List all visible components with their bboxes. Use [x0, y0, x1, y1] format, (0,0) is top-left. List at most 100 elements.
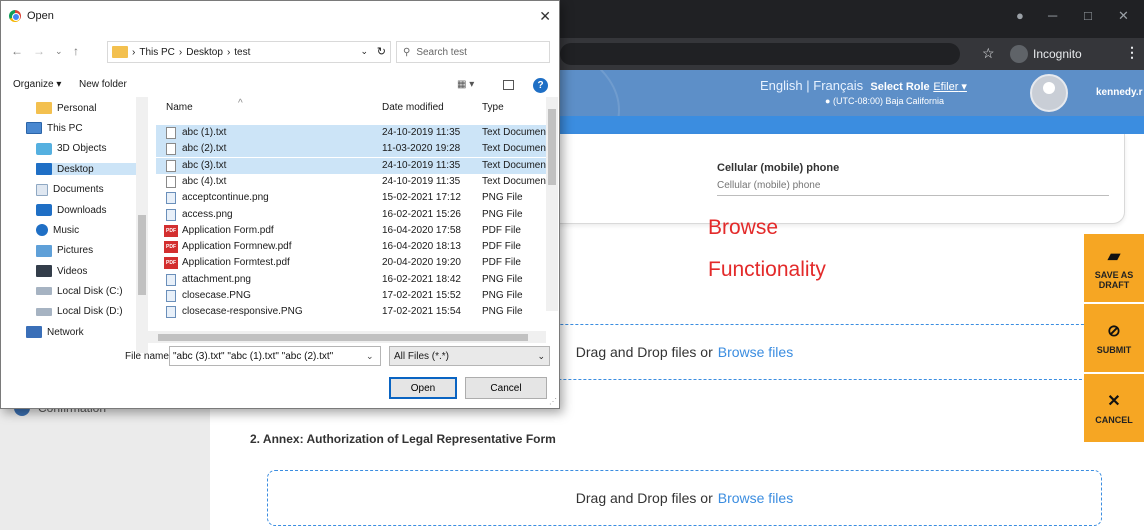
- scroll-thumb[interactable]: [158, 334, 528, 341]
- file-name: attachment.png: [182, 273, 251, 285]
- cancel-button[interactable]: ✕ CANCEL: [1084, 374, 1144, 444]
- role-select[interactable]: Efiler ▾: [933, 81, 967, 93]
- mobile-phone-input[interactable]: [717, 176, 1109, 196]
- tree-item[interactable]: Documents: [36, 183, 136, 196]
- tree-item-label: Pictures: [57, 245, 94, 257]
- file-row[interactable]: access.png 16-02-2021 15:26 PNG File: [156, 207, 546, 223]
- file-type-select[interactable]: All Files (*.*) ⌄: [389, 346, 550, 366]
- file-name-input[interactable]: [169, 346, 381, 366]
- file-row[interactable]: attachment.png 16-02-2021 18:42 PNG File: [156, 272, 546, 288]
- file-row[interactable]: closecase.PNG 17-02-2021 15:52 PNG File: [156, 288, 546, 304]
- username[interactable]: kennedy.r: [1096, 87, 1143, 98]
- tree-item[interactable]: Local Disk (C:): [36, 286, 136, 297]
- browse-files-link[interactable]: Browse files: [718, 344, 793, 360]
- role-value: Efiler: [933, 81, 959, 93]
- tree-item-label: This PC: [47, 122, 83, 134]
- star-icon[interactable]: ☆: [982, 45, 995, 62]
- file-type: PNG File: [482, 208, 523, 220]
- pdf-file-icon: PDF: [164, 224, 178, 237]
- resize-grip-icon[interactable]: ⋰: [549, 397, 557, 406]
- refresh-icon[interactable]: ↻: [377, 45, 386, 58]
- file-row[interactable]: abc (4).txt 24-10-2019 11:35 Text Documen: [156, 174, 546, 190]
- column-date[interactable]: Date modified: [382, 102, 444, 113]
- file-list: abc (1).txt 24-10-2019 11:35 Text Documen a…: [156, 121, 546, 349]
- tree-item[interactable]: Music: [36, 224, 136, 237]
- disk-icon: [36, 307, 52, 316]
- dialog-title: Open: [27, 10, 54, 22]
- browse-files-link[interactable]: Browse files: [718, 490, 793, 506]
- breadcrumb-desktop[interactable]: Desktop: [186, 47, 223, 58]
- tree-item-label: Network: [47, 326, 84, 338]
- file-type: Text Documen: [482, 159, 546, 171]
- tree-item[interactable]: Network: [26, 326, 136, 339]
- address-bar[interactable]: [560, 43, 960, 65]
- tree-item[interactable]: Personal: [36, 102, 136, 114]
- profile-icon[interactable]: ●: [1016, 8, 1024, 23]
- help-icon[interactable]: ?: [533, 78, 548, 93]
- file-date: 15-02-2021 17:12: [382, 192, 461, 204]
- png-file-icon: [166, 273, 176, 286]
- annex-dropzone[interactable]: Drag and Drop files or Browse files: [267, 470, 1102, 526]
- file-row[interactable]: abc (1).txt 24-10-2019 11:35 Text Documen: [156, 125, 546, 141]
- file-list-header: Name ^ Date modified Type: [156, 98, 546, 118]
- file-row[interactable]: PDF Application Form.pdf 16-04-2020 17:58 P…: [156, 223, 546, 239]
- breadcrumb[interactable]: › This PC › Desktop › test ⌄ ↻: [107, 41, 391, 63]
- back-arrow-icon[interactable]: ←: [11, 44, 23, 58]
- documents-icon: [36, 183, 48, 196]
- scroll-thumb[interactable]: [138, 215, 146, 295]
- up-arrow-icon[interactable]: ↑: [73, 44, 79, 58]
- chevron-down-icon[interactable]: ⌄: [366, 351, 374, 362]
- new-folder-button[interactable]: New folder: [79, 79, 127, 90]
- minimize-button[interactable]: ─: [1048, 8, 1057, 23]
- file-date: 24-10-2019 11:35: [382, 127, 461, 138]
- file-row[interactable]: closecase-responsive.PNG 17-02-2021 15:54…: [156, 304, 546, 320]
- file-row[interactable]: PDF Application Formnew.pdf 16-04-2020 18:…: [156, 239, 546, 255]
- tree-item[interactable]: 3D Objects: [36, 142, 136, 155]
- file-row[interactable]: acceptcontinue.png 15-02-2021 17:12 PNG Fi…: [156, 190, 546, 206]
- sort-up-icon: ^: [238, 98, 243, 109]
- avatar[interactable]: [1030, 74, 1068, 112]
- lang-english-link[interactable]: English: [760, 78, 803, 93]
- tree-item[interactable]: Local Disk (D:): [36, 306, 136, 317]
- submit-button[interactable]: ⊘ SUBMIT: [1084, 304, 1144, 374]
- file-name: acceptcontinue.png: [182, 192, 269, 204]
- file-row[interactable]: PDF Application Formtest.pdf 20-04-2020 19…: [156, 255, 546, 271]
- preview-pane-icon[interactable]: [503, 80, 514, 90]
- tree-scrollbar[interactable]: [136, 97, 148, 353]
- breadcrumb-this-pc[interactable]: This PC: [139, 47, 175, 58]
- recent-dropdown-icon[interactable]: ⌄: [55, 46, 63, 57]
- file-row[interactable]: abc (3).txt 24-10-2019 11:35 Text Documen: [156, 157, 546, 174]
- lang-french-link[interactable]: Français: [813, 78, 863, 93]
- file-row[interactable]: abc (2).txt 11-03-2020 19:28 Text Documen: [156, 141, 546, 158]
- file-list-scrollbar[interactable]: [546, 97, 558, 311]
- breadcrumb-test[interactable]: test: [234, 47, 250, 58]
- maximize-button[interactable]: □: [1084, 8, 1092, 23]
- tree-item[interactable]: This PC: [26, 122, 136, 135]
- column-name[interactable]: Name: [166, 102, 193, 113]
- incognito-badge[interactable]: Incognito: [1006, 43, 1090, 65]
- file-name: Application Formtest.pdf: [182, 257, 290, 269]
- organize-menu[interactable]: Organize ▾: [13, 79, 61, 90]
- open-button[interactable]: Open: [389, 377, 457, 399]
- tree-item[interactable]: Videos: [36, 265, 136, 278]
- tree-item[interactable]: Pictures: [36, 244, 136, 257]
- file-type: PNG File: [482, 192, 523, 204]
- chevron-down-icon[interactable]: ⌄: [360, 46, 368, 57]
- tree-item[interactable]: Downloads: [36, 204, 136, 216]
- tree-item[interactable]: Desktop: [36, 163, 136, 176]
- forward-arrow-icon[interactable]: →: [33, 44, 45, 58]
- role-label: Select Role: [870, 81, 930, 93]
- view-options-icon[interactable]: ▦ ▾: [457, 79, 474, 90]
- column-type[interactable]: Type: [482, 102, 504, 113]
- kebab-menu-icon[interactable]: ⋮: [1125, 44, 1139, 61]
- file-type: PDF File: [482, 257, 521, 269]
- dialog-cancel-button[interactable]: Cancel: [465, 377, 547, 399]
- dialog-close-button[interactable]: ✕: [539, 8, 551, 25]
- window-close-button[interactable]: ✕: [1118, 8, 1129, 24]
- save-draft-button[interactable]: ▰ SAVE AS DRAFT: [1084, 234, 1144, 304]
- close-icon: ✕: [1107, 393, 1121, 410]
- search-input[interactable]: ⚲ Search test: [396, 41, 550, 63]
- file-date: 24-10-2019 11:35: [382, 175, 461, 187]
- scroll-thumb[interactable]: [548, 109, 556, 185]
- file-list-hscrollbar[interactable]: [146, 331, 546, 343]
